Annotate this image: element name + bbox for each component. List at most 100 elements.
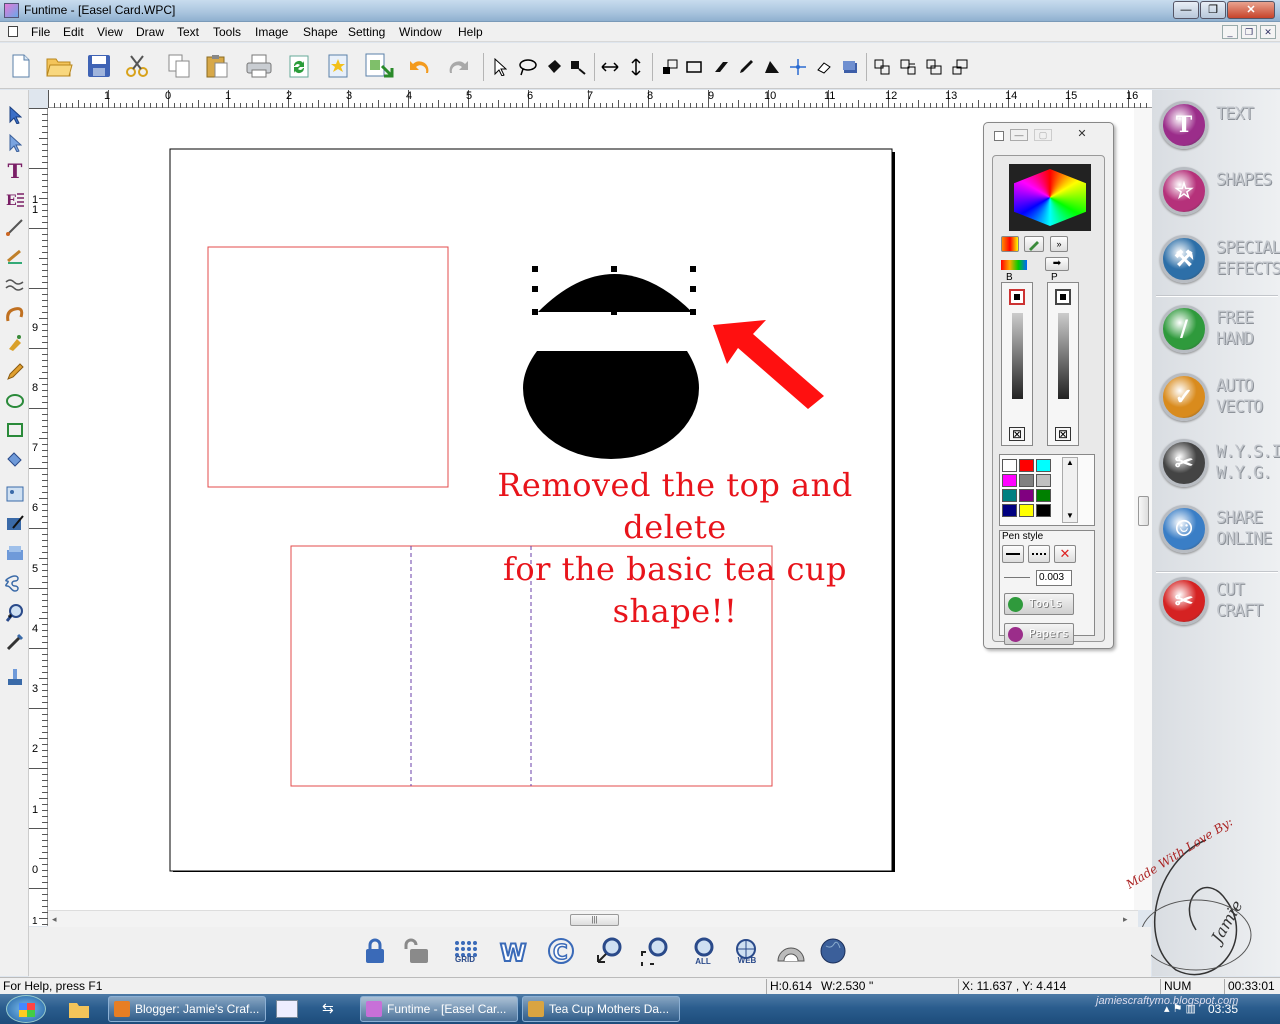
panel-button-auto-vecto[interactable]: ✓ AUTO VECTO [1160,370,1278,426]
brush-tool-icon[interactable] [4,512,26,534]
horizontal-scroll-thumb[interactable]: ||| [570,914,619,926]
export-icon[interactable] [364,51,394,81]
ungroup-icon[interactable] [898,57,918,77]
color-swatch[interactable] [1002,489,1017,502]
menu-window[interactable]: Window [398,24,443,40]
color-swatch[interactable] [1019,459,1034,472]
refresh-icon[interactable] [284,51,314,81]
shear-icon[interactable] [762,57,782,77]
rectangle-tool-icon[interactable] [4,419,26,441]
horizontal-scrollbar[interactable]: ◂ ||| ▸ [48,910,1138,927]
color-swatch[interactable] [1019,504,1034,517]
border-color-swatch[interactable] [1009,289,1025,305]
taskbar-item-teacup[interactable]: Tea Cup Mothers Da... [522,996,680,1022]
mdi-restore-button[interactable]: ❐ [1241,25,1257,39]
text-tool-icon[interactable]: T [4,159,26,183]
dashed-line-icon[interactable] [1028,545,1050,563]
print-icon[interactable] [244,51,274,81]
cut-icon[interactable] [122,51,152,81]
document-icon[interactable] [8,26,18,37]
lasso-icon[interactable] [518,57,538,77]
dome-icon[interactable] [773,933,809,969]
menu-view[interactable]: View [96,24,124,40]
minimize-button[interactable]: — [1173,1,1199,19]
bezier-tool-icon[interactable] [4,245,26,267]
menu-text[interactable]: Text [176,24,200,40]
panel-button-free-hand[interactable]: / FREE HAND [1160,302,1278,358]
image-tool-icon[interactable] [4,483,26,505]
crop-tool-icon[interactable] [4,542,26,564]
fill-color-icon[interactable] [1001,236,1019,252]
wave-tool-icon[interactable] [4,274,26,296]
papers-button[interactable]: Papers [1004,623,1074,645]
pen-none-icon[interactable]: ⊠ [1055,427,1071,441]
color-palette-window[interactable]: — ▢ ✕ » ➡ B P ⊠ ⊠ ▲ ▼ Pen style ✕ 0.003 … [983,122,1114,649]
tools-button[interactable]: Tools [1004,593,1074,615]
color-swatch[interactable] [1002,459,1017,472]
line-tool-icon[interactable] [4,216,26,238]
switch-windows-icon[interactable]: ⇆ [322,1000,344,1018]
undo-icon[interactable] [404,51,434,81]
mdi-minimize-button[interactable]: _ [1222,25,1238,39]
unlock-icon[interactable] [399,933,435,969]
knife-tool-icon[interactable] [4,631,26,653]
color-swatch[interactable] [1019,474,1034,487]
globe-icon[interactable] [815,933,851,969]
shape-tool-icon[interactable] [4,572,26,594]
open-folder-icon[interactable] [44,51,74,81]
start-button[interactable] [6,995,46,1023]
color-cube[interactable] [1009,164,1091,231]
menu-edit[interactable]: Edit [62,24,85,40]
color-swatch[interactable] [1036,459,1051,472]
flip-horizontal-icon[interactable] [600,57,620,77]
eyedropper-icon[interactable] [1024,236,1044,252]
break-apart-icon[interactable] [950,57,970,77]
color-swatch[interactable] [1019,489,1034,502]
layer-icon[interactable] [840,57,860,77]
move-icon[interactable] [788,57,808,77]
pen-edit-icon[interactable] [736,57,756,77]
taskbar-item-blogger[interactable]: Blogger: Jamie's Craf... [108,996,266,1022]
palette-arrow-button[interactable]: ➡ [1045,257,1069,271]
new-file-icon[interactable] [6,51,36,81]
scroll-left-icon[interactable]: ◂ [52,914,57,925]
pen-slider[interactable]: ⊠ [1047,282,1079,446]
eraser-icon[interactable] [710,57,730,77]
redo-icon[interactable] [444,51,474,81]
flip-vertical-icon[interactable] [626,57,646,77]
panel-button-share-online[interactable]: ☺ SHARE ONLINE [1160,502,1278,558]
copy-icon[interactable] [164,51,194,81]
c-icon[interactable]: C [543,933,579,969]
stamp-tool-icon[interactable] [4,666,26,688]
eraser2-icon[interactable] [814,57,834,77]
panel-button-cut-craft[interactable]: ✂ CUT CRAFT [1160,574,1278,630]
palette-more-button[interactable]: » [1050,236,1068,252]
pen-color-swatch[interactable] [1055,289,1071,305]
lock-icon[interactable] [357,933,393,969]
paste-icon[interactable] [202,51,232,81]
menu-draw[interactable]: Draw [135,24,165,40]
pencil-tool-icon[interactable] [4,361,26,383]
zoom-in-tool-icon[interactable] [4,602,26,624]
notepad-icon[interactable] [276,1000,298,1018]
menu-tools[interactable]: Tools [212,24,242,40]
explorer-icon[interactable] [66,998,92,1020]
zoom-back-icon[interactable] [591,933,627,969]
panel-button-special-effects[interactable]: ⚒ SPECIAL EFFECTS [1160,232,1280,288]
color-swatch[interactable] [1036,504,1051,517]
spray-tool-icon[interactable] [4,332,26,354]
rectangle-select-icon[interactable] [684,57,704,77]
palette-minimize-button[interactable]: — [1010,129,1028,141]
menu-image[interactable]: Image [254,24,289,40]
align-icon[interactable] [660,57,680,77]
freehand-tool-icon[interactable] [4,303,26,325]
zoom-fit-icon[interactable] [637,933,673,969]
pen-width-field[interactable]: 0.003 [1036,570,1072,586]
solid-line-icon[interactable] [1002,545,1024,563]
vertical-scroll-thumb[interactable] [1138,496,1149,526]
palette-close-button[interactable]: ✕ [1068,127,1096,141]
color-strip[interactable] [1001,260,1027,270]
panel-button-text[interactable]: T TEXT [1160,98,1278,154]
color-swatch[interactable] [1002,474,1017,487]
vertical-scrollbar[interactable] [1134,108,1152,910]
